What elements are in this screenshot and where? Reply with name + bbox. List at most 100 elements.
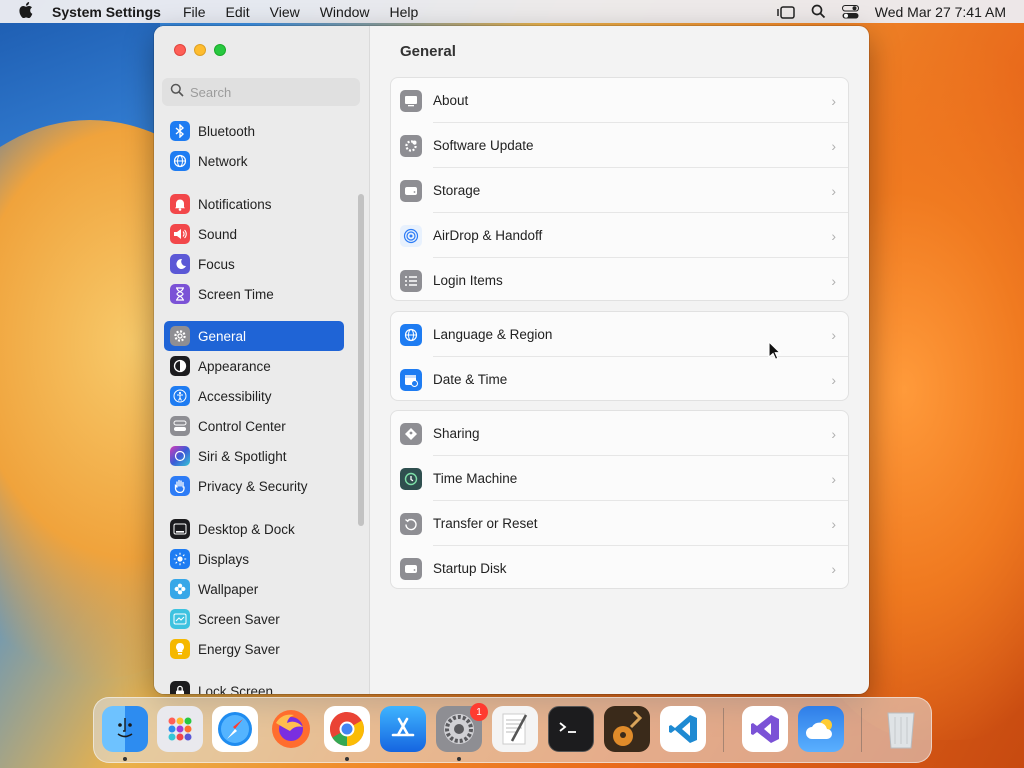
row-label: Sharing xyxy=(433,426,480,441)
sidebar-item-appearance[interactable]: Appearance xyxy=(164,351,344,381)
sidebar-item-label: Control Center xyxy=(198,418,286,434)
time-machine-icon xyxy=(400,467,422,490)
sidebar-item-network[interactable]: Network xyxy=(164,146,344,176)
trash-icon[interactable] xyxy=(878,706,924,752)
close-window-button[interactable] xyxy=(174,44,186,56)
sidebar-item-general[interactable]: General xyxy=(164,321,344,351)
row-label: Time Machine xyxy=(433,471,518,486)
sidebar-item-label: Siri & Spotlight xyxy=(198,448,287,464)
sidebar-item-label: Sound xyxy=(198,226,238,242)
sidebar-item-screen-time[interactable]: Screen Time xyxy=(164,279,344,309)
textedit-icon[interactable] xyxy=(492,706,538,752)
globe-icon xyxy=(170,151,190,171)
weather-icon[interactable] xyxy=(798,706,844,752)
chevron-right-icon: › xyxy=(831,227,836,244)
chrome-icon[interactable] xyxy=(324,706,370,752)
search-input[interactable] xyxy=(190,84,350,100)
app-store-icon[interactable] xyxy=(380,706,426,752)
bulb-icon xyxy=(170,639,190,659)
apple-menu-icon[interactable] xyxy=(0,1,52,22)
settings-group-3: Sharing › Time Machine › Transfer or Res… xyxy=(390,410,849,589)
flower-icon xyxy=(170,579,190,599)
appearance-icon xyxy=(170,356,190,376)
sidebar-item-label: Network xyxy=(198,153,248,169)
sidebar-item-notifications[interactable]: Notifications xyxy=(164,189,344,219)
garageband-icon[interactable] xyxy=(604,706,650,752)
spotlight-search-icon[interactable] xyxy=(811,4,826,19)
sidebar-item-bluetooth[interactable]: Bluetooth xyxy=(164,116,344,146)
running-indicator xyxy=(123,757,127,761)
sidebar-item-lock-screen[interactable]: Lock Screen xyxy=(164,676,344,694)
sidebar-item-label: General xyxy=(198,328,247,344)
row-startup-disk[interactable]: Startup Disk › xyxy=(391,546,848,591)
sidebar-item-privacy-security[interactable]: Privacy & Security xyxy=(164,471,344,501)
menu-help[interactable]: Help xyxy=(390,4,419,20)
row-software-update[interactable]: Software Update › xyxy=(391,123,848,168)
lock-icon xyxy=(170,681,190,694)
window-controls xyxy=(174,44,234,56)
sidebar-item-sound[interactable]: Sound xyxy=(164,219,344,249)
sharing-icon xyxy=(400,422,422,445)
moon-icon xyxy=(170,254,190,274)
vscode-icon[interactable] xyxy=(660,706,706,752)
visual-studio-icon[interactable] xyxy=(742,706,788,752)
minimize-window-button[interactable] xyxy=(194,44,206,56)
sidebar-item-wallpaper[interactable]: Wallpaper xyxy=(164,574,344,604)
sidebar-item-screen-saver[interactable]: Screen Saver xyxy=(164,604,344,634)
zoom-window-button[interactable] xyxy=(214,44,226,56)
menu-bar-clock[interactable]: Wed Mar 27 7:41 AM xyxy=(875,4,1006,20)
row-label: Transfer or Reset xyxy=(433,516,538,531)
firefox-icon[interactable] xyxy=(268,706,314,752)
drive-icon xyxy=(400,179,422,202)
row-label: Date & Time xyxy=(433,372,508,387)
row-transfer-reset[interactable]: Transfer or Reset › xyxy=(391,501,848,546)
sidebar-item-label: Screen Saver xyxy=(198,611,280,627)
chevron-right-icon: › xyxy=(831,425,836,442)
sidebar-item-displays[interactable]: Displays xyxy=(164,544,344,574)
stage-manager-icon[interactable] xyxy=(777,5,795,19)
sidebar-scrollbar[interactable] xyxy=(358,194,364,526)
app-name-menu[interactable]: System Settings xyxy=(52,4,161,20)
safari-icon[interactable] xyxy=(212,706,258,752)
row-label: Startup Disk xyxy=(433,561,507,576)
sidebar-item-label: Desktop & Dock xyxy=(198,521,295,537)
row-label: Software Update xyxy=(433,138,534,153)
sidebar-search-box[interactable] xyxy=(162,78,360,106)
row-airdrop-handoff[interactable]: AirDrop & Handoff › xyxy=(391,213,848,258)
calendar-clock-icon xyxy=(400,368,422,391)
terminal-icon[interactable] xyxy=(548,706,594,752)
sidebar-item-accessibility[interactable]: Accessibility xyxy=(164,381,344,411)
sidebar-item-focus[interactable]: Focus xyxy=(164,249,344,279)
chevron-right-icon: › xyxy=(831,326,836,343)
row-login-items[interactable]: Login Items › xyxy=(391,258,848,303)
gear-badge-icon xyxy=(400,134,422,157)
sidebar-item-label: Accessibility xyxy=(198,388,272,404)
row-sharing[interactable]: Sharing › xyxy=(391,411,848,456)
globe-icon xyxy=(400,323,422,346)
dock-separator xyxy=(723,708,724,752)
chevron-right-icon: › xyxy=(831,272,836,289)
menu-bar: System Settings File Edit View Window He… xyxy=(0,0,1024,23)
sidebar-item-control-center[interactable]: Control Center xyxy=(164,411,344,441)
control-center-icon[interactable] xyxy=(841,4,859,19)
menu-window[interactable]: Window xyxy=(320,4,370,20)
sidebar-item-label: Focus xyxy=(198,256,235,272)
toggles-icon xyxy=(170,416,190,436)
menu-file[interactable]: File xyxy=(183,4,206,20)
sidebar-item-siri-spotlight[interactable]: Siri & Spotlight xyxy=(164,441,344,471)
launchpad-icon[interactable] xyxy=(157,706,203,752)
display-icon xyxy=(400,89,422,112)
speaker-icon xyxy=(170,224,190,244)
row-storage[interactable]: Storage › xyxy=(391,168,848,213)
row-about[interactable]: About › xyxy=(391,78,848,123)
system-settings-window: Bluetooth Network Notifications Sound xyxy=(154,26,869,694)
finder-icon[interactable] xyxy=(102,706,148,752)
row-time-machine[interactable]: Time Machine › xyxy=(391,456,848,501)
sidebar-item-desktop-dock[interactable]: Desktop & Dock xyxy=(164,514,344,544)
chevron-right-icon: › xyxy=(831,515,836,532)
menu-edit[interactable]: Edit xyxy=(226,4,250,20)
page-title: General xyxy=(400,43,456,60)
sidebar-item-label: Screen Time xyxy=(198,286,274,302)
menu-view[interactable]: View xyxy=(270,4,300,20)
sidebar-item-energy-saver[interactable]: Energy Saver xyxy=(164,634,344,664)
